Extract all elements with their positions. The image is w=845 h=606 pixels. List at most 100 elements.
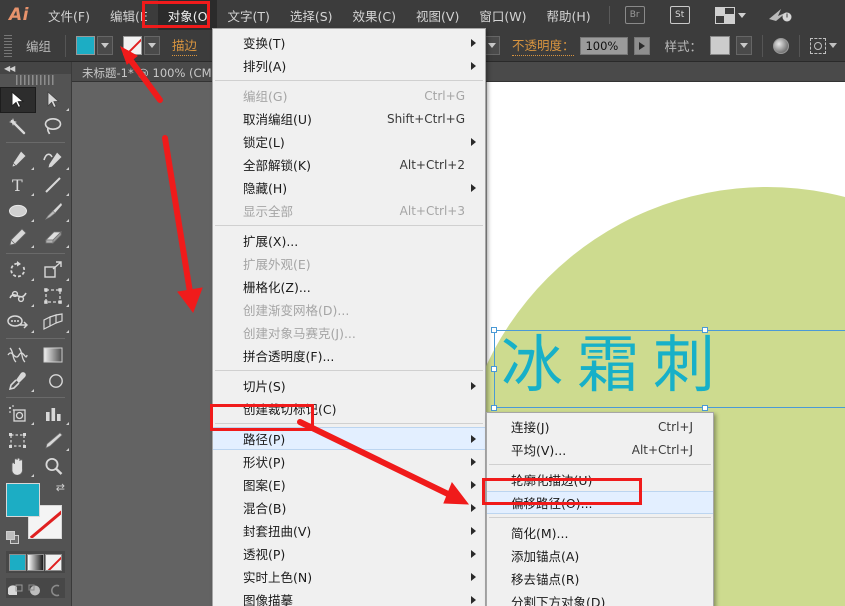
menu-help[interactable]: 帮助(H)	[536, 0, 600, 30]
path-submenu-item-6[interactable]: 简化(M)...	[487, 521, 713, 544]
stroke-swatch[interactable]	[123, 36, 143, 55]
path-submenu-item-7[interactable]: 添加锚点(A)	[487, 544, 713, 567]
style-dropdown-button[interactable]	[736, 36, 752, 55]
object-menu-item-15[interactable]: 拼合透明度(F)...	[213, 344, 485, 367]
swap-fill-stroke-icon[interactable]: ⇄	[56, 481, 65, 494]
stroke-dropdown-button[interactable]	[144, 36, 161, 55]
selection-handle[interactable]	[702, 405, 708, 411]
transform-panel-icon[interactable]	[810, 37, 826, 54]
type-tool[interactable]: T	[0, 172, 36, 198]
blend-tool[interactable]	[36, 368, 72, 394]
path-submenu-item-1[interactable]: 平均(V)... Alt+Ctrl+J	[487, 438, 713, 461]
selection-handle[interactable]	[491, 327, 497, 333]
color-mode-solid[interactable]	[8, 553, 26, 571]
path-submenu-item-9[interactable]: 分割下方对象(D)	[487, 590, 713, 606]
menu-view[interactable]: 视图(V)	[406, 0, 469, 30]
direct-selection-tool[interactable]	[36, 87, 72, 113]
path-submenu-item-4[interactable]: 偏移路径(O)...	[487, 491, 713, 514]
selection-handle[interactable]	[702, 327, 708, 333]
path-submenu-item-3[interactable]: 轮廓化描边(U)	[487, 468, 713, 491]
pen-tool[interactable]	[0, 146, 36, 172]
lasso-tool[interactable]	[36, 113, 72, 139]
menu-effect[interactable]: 效果(C)	[343, 0, 406, 30]
draw-behind-icon[interactable]	[28, 582, 43, 595]
collapse-panel-icon[interactable]: ◀◀	[4, 64, 15, 73]
object-menu-item-0[interactable]: 变换(T)	[213, 31, 485, 54]
path-submenu-item-0[interactable]: 连接(J) Ctrl+J	[487, 415, 713, 438]
hand-tool[interactable]	[0, 453, 36, 479]
object-menu-item-24[interactable]: 封套扭曲(V)	[213, 519, 485, 542]
gradient-tool[interactable]	[36, 342, 72, 368]
stroke-control[interactable]	[123, 36, 161, 55]
selection-handle[interactable]	[491, 366, 497, 372]
default-fill-stroke-icon[interactable]	[6, 531, 20, 545]
stock-button[interactable]: St	[652, 0, 697, 30]
object-menu-dropdown[interactable]: 变换(T) 排列(A) 编组(G) Ctrl+G 取消编组(U) Shift+Ctrl+G…	[212, 28, 486, 606]
object-menu-item-26[interactable]: 实时上色(N)	[213, 565, 485, 588]
object-menu-item-17[interactable]: 切片(S)	[213, 374, 485, 397]
object-menu-item-12[interactable]: 栅格化(Z)...	[213, 275, 485, 298]
rotate-tool[interactable]	[0, 257, 36, 283]
fill-swatch[interactable]	[76, 36, 96, 55]
opacity-popup-button[interactable]	[634, 36, 651, 55]
menu-edit[interactable]: 编辑(E	[100, 0, 158, 30]
selection-handle[interactable]	[491, 405, 497, 411]
object-menu-item-6[interactable]: 全部解锁(K) Alt+Ctrl+2	[213, 153, 485, 176]
ellipse-tool[interactable]	[0, 198, 36, 224]
artboard-tool[interactable]	[0, 427, 36, 453]
opacity-label[interactable]: 不透明度：	[511, 35, 575, 56]
object-menu-item-18[interactable]: 创建裁切标记(C)	[213, 397, 485, 420]
line-segment-tool[interactable]	[36, 172, 72, 198]
draw-normal-icon[interactable]	[7, 582, 23, 595]
tools-panel-header[interactable]: ◀◀	[0, 62, 71, 74]
object-menu-item-7[interactable]: 隐藏(H)	[213, 176, 485, 199]
menu-object[interactable]: 对象(O	[157, 0, 218, 30]
draw-inside-icon[interactable]	[48, 582, 63, 596]
object-menu-item-22[interactable]: 图案(E)	[213, 473, 485, 496]
free-transform-tool[interactable]	[36, 283, 72, 309]
menu-type[interactable]: 文字(T)	[217, 0, 279, 30]
opacity-input[interactable]: 100%	[580, 36, 629, 55]
curvature-tool[interactable]	[36, 146, 72, 172]
object-menu-item-20[interactable]: 路径(P)	[213, 427, 485, 450]
path-submenu-item-8[interactable]: 移去锚点(R)	[487, 567, 713, 590]
scale-tool[interactable]	[36, 257, 72, 283]
menu-file[interactable]: 文件(F)	[38, 0, 100, 30]
stroke-weight-label[interactable]: 描边	[172, 35, 198, 56]
shape-builder-tool[interactable]	[0, 309, 36, 335]
menu-select[interactable]: 选择(S)	[280, 0, 343, 30]
object-menu-item-25[interactable]: 透视(P)	[213, 542, 485, 565]
style-swatch[interactable]	[710, 36, 730, 55]
zoom-tool[interactable]	[36, 453, 72, 479]
paintbrush-tool[interactable]	[36, 198, 72, 224]
symbol-sprayer-tool[interactable]	[0, 401, 36, 427]
bridge-button[interactable]: Br	[618, 0, 652, 30]
path-submenu[interactable]: 连接(J) Ctrl+J 平均(V)... Alt+Ctrl+J 轮廓化描边(U) 偏移路…	[486, 412, 714, 606]
fill-dropdown-button[interactable]	[97, 36, 114, 55]
object-menu-item-5[interactable]: 锁定(L)	[213, 130, 485, 153]
creative-cloud-button[interactable]	[753, 0, 800, 30]
magic-wand-tool[interactable]	[0, 113, 36, 139]
fill-proxy-swatch[interactable]	[6, 483, 40, 517]
menu-window[interactable]: 窗口(W)	[469, 0, 536, 30]
perspective-grid-tool[interactable]	[36, 309, 72, 335]
tools-panel-grip[interactable]	[15, 75, 56, 85]
mesh-tool[interactable]	[0, 342, 36, 368]
slice-tool[interactable]	[36, 427, 72, 453]
object-menu-item-27[interactable]: 图像描摹	[213, 588, 485, 606]
pencil-tool[interactable]	[0, 224, 36, 250]
object-menu-item-1[interactable]: 排列(A)	[213, 54, 485, 77]
width-tool[interactable]	[0, 283, 36, 309]
color-mode-none[interactable]	[45, 553, 63, 571]
fill-control[interactable]	[76, 36, 114, 55]
column-graph-tool[interactable]	[36, 401, 72, 427]
selection-tool[interactable]	[0, 87, 36, 113]
recolor-artwork-icon[interactable]	[773, 37, 789, 54]
stroke-profile-dropdown[interactable]	[483, 36, 500, 55]
eraser-tool[interactable]	[36, 224, 72, 250]
object-menu-item-23[interactable]: 混合(B)	[213, 496, 485, 519]
color-mode-gradient[interactable]	[26, 553, 44, 571]
object-menu-item-10[interactable]: 扩展(X)...	[213, 229, 485, 252]
object-menu-item-21[interactable]: 形状(P)	[213, 450, 485, 473]
arrange-documents-button[interactable]	[697, 0, 753, 30]
